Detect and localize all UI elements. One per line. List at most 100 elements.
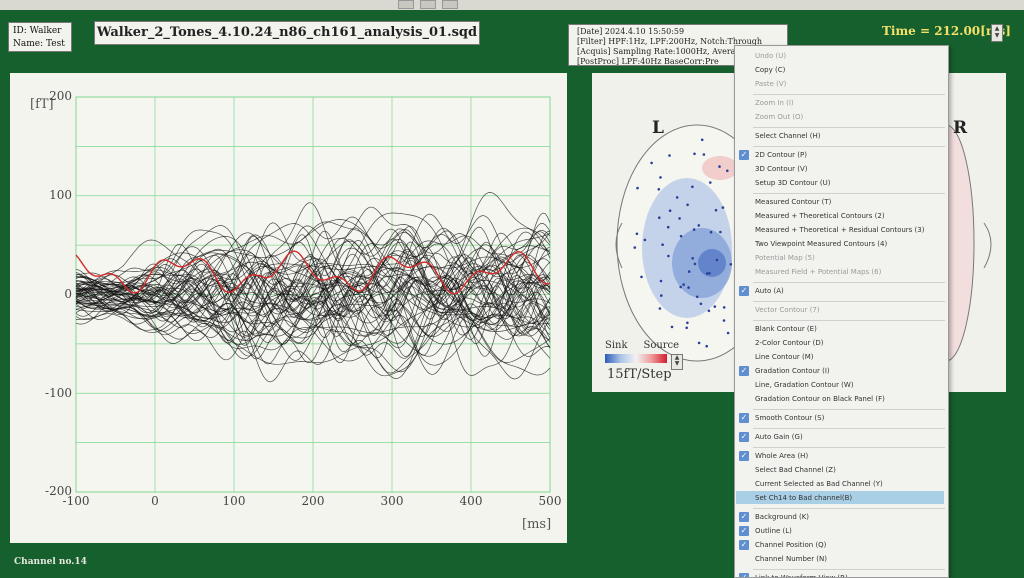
sensor-dot — [709, 181, 712, 184]
menu-item[interactable]: Measured + Theoretical + Residual Contou… — [755, 224, 945, 236]
spinner-down-icon[interactable]: ▼ — [672, 361, 682, 367]
sensor-dot — [660, 294, 663, 297]
y-tick-label: -100 — [45, 386, 72, 400]
x-tick-label: 300 — [380, 494, 404, 508]
menu-item[interactable]: Blank Contour (E) — [755, 323, 945, 335]
sensor-dot — [713, 305, 717, 308]
x-tick-label: 400 — [459, 494, 483, 508]
menu-item[interactable]: Channel Number (N) — [755, 553, 945, 565]
time-spinner[interactable]: ▲ ▼ — [991, 24, 1003, 42]
sensor-dot — [685, 326, 688, 330]
x-tick-label: 500 — [538, 494, 562, 508]
channel-label: Channel no.14 — [14, 557, 87, 567]
scale-spinner[interactable]: ▲ ▼ — [671, 354, 683, 370]
menu-item[interactable]: Select Channel (H) — [755, 130, 945, 142]
menu-item[interactable]: Gradation Contour (I) — [755, 365, 945, 377]
sensor-dot — [705, 344, 708, 348]
menu-separator — [753, 569, 945, 570]
sensor-dot — [722, 319, 726, 322]
sensor-dot — [679, 285, 682, 289]
menu-separator — [753, 428, 945, 429]
waveform-view[interactable]: [fT] [ms] 200 100 0 -100 -200 -100 0 100… — [10, 73, 567, 543]
context-menu[interactable]: Undo (U) Copy (C) Paste (V) Zoom In (I) Zoom… — [734, 45, 949, 578]
sensor-dot — [726, 331, 730, 335]
menu-separator — [753, 409, 945, 410]
menu-item[interactable]: Measured + Theoretical Contours (2) — [755, 210, 945, 222]
menu-item[interactable]: Auto (A) — [755, 285, 945, 297]
sensor-dot — [686, 321, 689, 325]
x-tick-label: 0 — [151, 494, 159, 508]
sensor-dot — [636, 186, 639, 190]
menu-item[interactable]: Select Bad Channel (Z) — [755, 464, 945, 476]
sensor-dot — [650, 161, 653, 165]
left-hemisphere-label: L — [652, 118, 664, 138]
menu-item[interactable]: 2D Contour (P) — [755, 149, 945, 161]
menu-separator — [753, 301, 945, 302]
menu-item[interactable]: Copy (C) — [755, 64, 945, 76]
sensor-dot — [691, 257, 694, 260]
menu-item[interactable]: Line Contour (M) — [755, 351, 945, 363]
menu-item[interactable]: Gradation Contour on Black Panel (F) — [755, 393, 945, 405]
sensor-dot — [702, 153, 706, 156]
menu-item: Zoom In (I) — [755, 99, 794, 107]
y-tick-label: 200 — [49, 89, 72, 103]
sensor-dot — [722, 306, 726, 309]
menu-item: Undo (U) — [755, 52, 787, 60]
sink-label: Sink — [605, 340, 628, 351]
sensor-dot — [668, 154, 671, 157]
x-axis-unit: [ms] — [522, 517, 552, 532]
sensor-dot — [695, 295, 699, 299]
sensor-dot — [687, 286, 690, 289]
sensor-dot — [675, 196, 679, 199]
menu-item[interactable]: Measured Contour (T) — [755, 196, 945, 208]
file-name-label: Walker_2_Tones_4.10.24_n86_ch161_analysi… — [94, 21, 480, 45]
sensor-dot — [687, 270, 691, 273]
checkmark-icon: ✓ — [739, 526, 749, 536]
menu-item[interactable]: Two Viewpoint Measured Contours (4) — [755, 238, 945, 250]
checkmark-icon: ✓ — [739, 413, 749, 423]
sensor-dot — [686, 203, 689, 207]
sensor-dot — [661, 243, 664, 246]
menu-item[interactable]: Whole Area (H) — [755, 450, 945, 462]
subject-name: Name: Test — [13, 39, 65, 49]
menu-separator — [753, 508, 945, 509]
menu-item[interactable]: Line, Gradation Contour (W) — [755, 379, 945, 391]
sensor-dot — [668, 209, 672, 212]
subject-id: ID: Walker — [13, 26, 62, 36]
menu-item[interactable]: Link to Waveform View (R) — [755, 572, 945, 577]
menu-item[interactable]: Set Ch14 to Bad channel(B) — [755, 492, 945, 504]
sensor-dot — [700, 138, 704, 142]
menu-item: Potential Map (5) — [755, 254, 815, 262]
menu-separator — [753, 94, 945, 95]
menu-item[interactable]: 3D Contour (V) — [755, 163, 945, 175]
menu-item[interactable]: Setup 3D Contour (U) — [755, 177, 945, 189]
menu-item[interactable]: Channel Position (Q) — [755, 539, 945, 551]
menu-item[interactable]: Background (K) — [755, 511, 945, 523]
menu-item: Measured Field + Potential Maps (6) — [755, 268, 882, 276]
checkmark-icon: ✓ — [739, 286, 749, 296]
sensor-dot — [670, 325, 674, 329]
sensor-dot — [635, 232, 639, 236]
checkmark-icon: ✓ — [739, 150, 749, 160]
sensor-dot — [678, 217, 681, 220]
spinner-down-icon[interactable]: ▼ — [992, 32, 1002, 39]
toolbar-button[interactable] — [442, 0, 458, 9]
menu-item[interactable]: Smooth Contour (S) — [755, 412, 945, 424]
ear-outline — [983, 222, 992, 269]
waveform-plot[interactable] — [10, 73, 567, 543]
menu-item[interactable]: Auto Gain (G) — [755, 431, 945, 443]
spinner-up-icon[interactable]: ▲ — [992, 25, 1002, 32]
checkmark-icon: ✓ — [739, 540, 749, 550]
toolbar-button[interactable] — [398, 0, 414, 9]
sensor-dot — [726, 169, 729, 173]
x-tick-label: 200 — [301, 494, 325, 508]
checkmark-icon: ✓ — [739, 432, 749, 442]
menu-item[interactable]: Current Selected as Bad Channel (Y) — [755, 478, 945, 490]
sensor-dot — [714, 208, 718, 212]
menu-item[interactable]: 2-Color Contour (D) — [755, 337, 945, 349]
sensor-dot — [697, 224, 701, 227]
menu-item[interactable]: Outline (L) — [755, 525, 945, 537]
sensor-dot — [682, 283, 685, 286]
step-label: 15fT/Step — [607, 367, 672, 382]
toolbar-button[interactable] — [420, 0, 436, 9]
